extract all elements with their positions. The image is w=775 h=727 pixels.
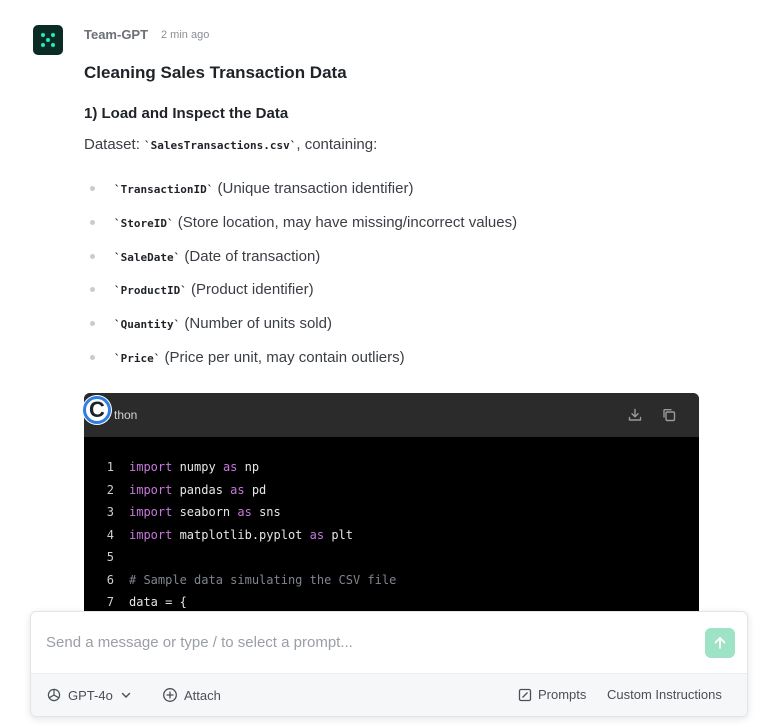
c-badge-icon[interactable]: C (83, 396, 111, 424)
custom-instructions-button[interactable]: Custom Instructions (607, 687, 722, 702)
code-keyword: import (129, 505, 173, 519)
model-name: GPT-4o (68, 687, 113, 703)
code-line: 3 import seaborn as sns (84, 504, 699, 527)
dataset-line: Dataset: `SalesTransactions.csv`, contai… (84, 136, 377, 153)
code-keyword: import (129, 482, 173, 497)
list-item: `StoreID` (Store location, may have miss… (90, 213, 517, 247)
bullet-icon (90, 287, 95, 293)
code-text: seaborn (172, 505, 238, 519)
field-name: `Quantity` (114, 318, 181, 332)
field-name: `StoreID` (114, 216, 174, 230)
message-composer: GPT-4o Attach Prompts Custom Instruction… (30, 611, 748, 717)
code-line: 5 (84, 549, 699, 572)
field-description: (Number of units sold) (180, 315, 332, 333)
team-gpt-logo-icon (33, 25, 63, 55)
line-number: 2 (106, 482, 114, 497)
field-description: (Product identifier) (186, 281, 314, 299)
arrow-up-icon (714, 637, 726, 649)
code-line: 6 # Sample data simulating the CSV file (84, 572, 699, 595)
code-text: pandas (172, 482, 231, 497)
line-number: 3 (106, 505, 114, 519)
field-name: `TransactionID` (114, 183, 214, 196)
line-number: 6 (106, 572, 114, 587)
message-input[interactable] (46, 634, 686, 651)
code-comment: # Sample data simulating the CSV file (129, 572, 397, 587)
list-item: `ProductID` (Product identifier) (90, 280, 517, 314)
code-keyword: as (222, 460, 238, 474)
message-timestamp: 2 min ago (161, 29, 210, 41)
field-list: `TransactionID` (Unique transaction iden… (90, 179, 517, 382)
line-number: 5 (106, 550, 114, 564)
code-text: np (237, 460, 260, 474)
code-text: pd (244, 482, 267, 497)
line-number: 4 (106, 527, 114, 542)
download-icon[interactable] (627, 407, 643, 423)
code-keyword: import (129, 527, 173, 542)
prompts-label: Prompts (538, 687, 587, 702)
field-name: `Price` (114, 351, 161, 365)
code-block: thon 1 import numpy as np 2 import pandas … (84, 393, 699, 633)
message-sender: Team-GPT (84, 27, 149, 42)
field-name: `SaleDate` (114, 250, 181, 264)
code-text: sns (251, 505, 281, 519)
bullet-icon (90, 219, 95, 225)
list-item: `Price` (Price per unit, may contain out… (90, 348, 517, 382)
openai-icon (47, 688, 61, 702)
prompts-button[interactable]: Prompts (518, 687, 586, 702)
field-description: (Unique transaction identifier) (213, 180, 414, 197)
bullet-icon (90, 321, 95, 327)
code-text: plt (324, 527, 353, 542)
code-line: 4 import matplotlib.pyplot as plt (84, 527, 699, 550)
composer-toolbar: GPT-4o Attach Prompts Custom Instruction… (31, 673, 747, 716)
attach-label: Attach (184, 687, 221, 703)
attach-button[interactable]: Attach (162, 687, 221, 703)
list-item: `TransactionID` (Unique transaction iden… (90, 179, 517, 213)
field-description: (Store location, may have missing/incorr… (173, 213, 518, 231)
code-line: 1 import numpy as np (84, 459, 699, 482)
code-keyword: as (309, 527, 325, 542)
send-button[interactable] (705, 628, 735, 658)
code-lines: 1 import numpy as np 2 import pandas as pd… (84, 459, 699, 617)
code-text: numpy (172, 460, 223, 474)
code-keyword: import (129, 460, 173, 474)
code-line: 2 import pandas as pd (84, 482, 699, 505)
chevron-down-icon (121, 692, 130, 698)
dataset-prefix: Dataset: (84, 136, 145, 153)
message-title: Cleaning Sales Transaction Data (84, 63, 347, 82)
edit-square-icon (518, 688, 532, 701)
line-number: 7 (106, 595, 114, 609)
field-name: `ProductID` (114, 284, 187, 298)
custom-instructions-label: Custom Instructions (607, 687, 722, 702)
code-keyword: as (237, 505, 252, 519)
bullet-icon (90, 186, 95, 191)
code-text: matplotlib.pyplot (172, 527, 310, 542)
chat-page: Team-GPT 2 min ago Cleaning Sales Transa… (0, 0, 775, 727)
code-block-header: thon (84, 393, 699, 437)
list-item: `SaleDate` (Date of transaction) (90, 247, 517, 281)
bullet-icon (90, 253, 95, 259)
list-item: `Quantity` (Number of units sold) (90, 314, 517, 348)
plus-circle-icon (163, 688, 177, 702)
section-title: 1) Load and Inspect the Data (84, 105, 289, 122)
copy-icon[interactable] (661, 407, 677, 423)
field-description: (Price per unit, may contain outliers) (160, 348, 405, 366)
dataset-filename: `SalesTransactions.csv` (144, 139, 297, 152)
model-selector[interactable]: GPT-4o (46, 687, 133, 703)
field-description: (Date of transaction) (180, 247, 321, 265)
dataset-suffix: , containing: (296, 136, 378, 153)
line-number: 1 (106, 460, 114, 474)
code-language-label: thon (114, 408, 138, 422)
bullet-icon (90, 354, 95, 360)
code-keyword: as (230, 482, 245, 497)
code-text: data = { (129, 595, 187, 609)
